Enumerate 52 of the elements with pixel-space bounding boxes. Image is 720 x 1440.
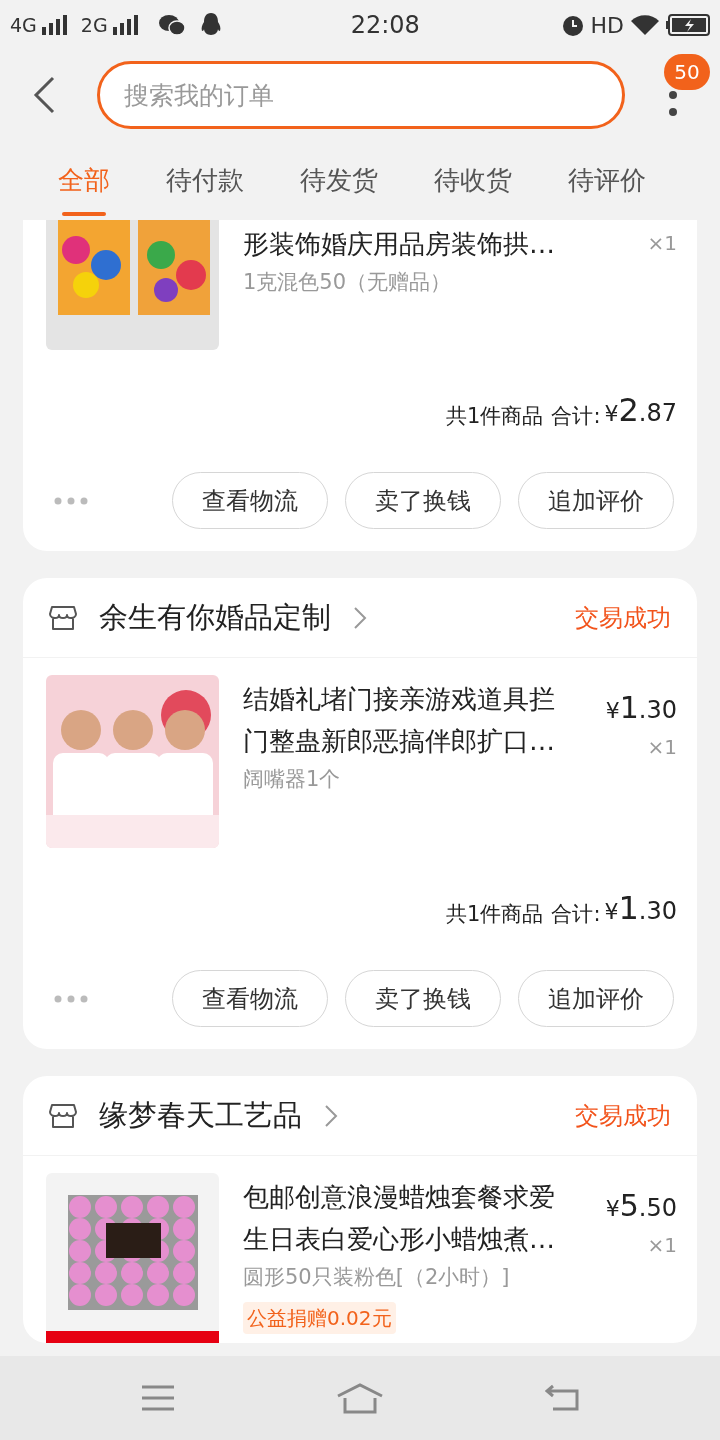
product-spec: 1克混色50（无赠品） <box>243 269 453 296</box>
more-dots-icon[interactable] <box>53 993 89 1004</box>
search-field[interactable]: 搜索我的订单 <box>97 61 625 129</box>
product-title[interactable]: 形装饰婚庆用品房装饰拱… <box>243 223 573 265</box>
product-title[interactable]: 结婚礼堵门接亲游戏道具拦门整蛊新郎恶搞伴郎扩口… <box>243 678 573 762</box>
home-icon[interactable] <box>336 1382 384 1414</box>
tab[interactable]: 待付款 <box>166 140 244 220</box>
chevron-right-icon[interactable] <box>324 1103 338 1128</box>
order-status: 交易成功 <box>575 602 671 634</box>
store-name[interactable]: 缘梦春天工艺品 <box>99 1093 302 1138</box>
action-button[interactable]: 卖了换钱 <box>345 970 501 1027</box>
action-button[interactable]: 查看物流 <box>172 472 328 529</box>
store-icon <box>49 604 77 631</box>
tab[interactable]: 待评价 <box>568 140 646 220</box>
store-icon <box>49 1102 77 1129</box>
tab[interactable]: 待收货 <box>434 140 512 220</box>
penguin-icon <box>199 12 222 38</box>
chevron-right-icon[interactable] <box>353 605 367 630</box>
hd-label: HD <box>590 11 624 40</box>
alarm-clock-icon <box>560 13 585 37</box>
action-button[interactable]: 查看物流 <box>172 970 328 1027</box>
quantity: ×1 <box>647 230 677 257</box>
product-spec: 圆形50只装粉色[（2小时）] <box>243 1264 511 1291</box>
product-price: ¥5.50 <box>605 1187 677 1225</box>
product-price: ¥1.30 <box>605 689 677 727</box>
action-button[interactable]: 追加评价 <box>518 472 674 529</box>
quantity: ×1 <box>647 734 677 761</box>
network-label: 2G <box>80 12 108 38</box>
clock-time: 22:08 <box>349 10 421 41</box>
network-label: 4G <box>10 12 37 38</box>
chat-bubbles-icon <box>157 13 186 37</box>
battery-icon <box>666 14 710 36</box>
total-label: 合计: <box>551 402 601 430</box>
more-dots-icon[interactable] <box>53 495 89 506</box>
tab[interactable]: 待发货 <box>300 140 378 220</box>
store-name[interactable]: 余生有你婚品定制 <box>99 595 331 640</box>
order-status: 交易成功 <box>575 1100 671 1132</box>
donation-tag: 公益捐赠0.02元 <box>243 1301 396 1334</box>
return-icon[interactable] <box>545 1384 580 1412</box>
notification-badge: 50 <box>664 54 710 90</box>
total-label: 合计: <box>551 900 601 928</box>
quantity: ×1 <box>647 1232 677 1259</box>
wifi-icon <box>630 14 660 36</box>
product-spec: 阔嘴器1个 <box>243 766 342 793</box>
product-title[interactable]: 包邮创意浪漫蜡烛套餐求爱生日表白爱心形小蜡烛煮… <box>243 1176 573 1260</box>
item-count: 共1件商品 <box>446 402 544 430</box>
menu-icon[interactable] <box>140 1385 175 1411</box>
action-button[interactable]: 追加评价 <box>518 970 674 1027</box>
total-price: ¥1.30 <box>604 888 677 929</box>
item-count: 共1件商品 <box>446 900 544 928</box>
action-button[interactable]: 卖了换钱 <box>345 472 501 529</box>
total-price: ¥2.87 <box>604 390 677 431</box>
